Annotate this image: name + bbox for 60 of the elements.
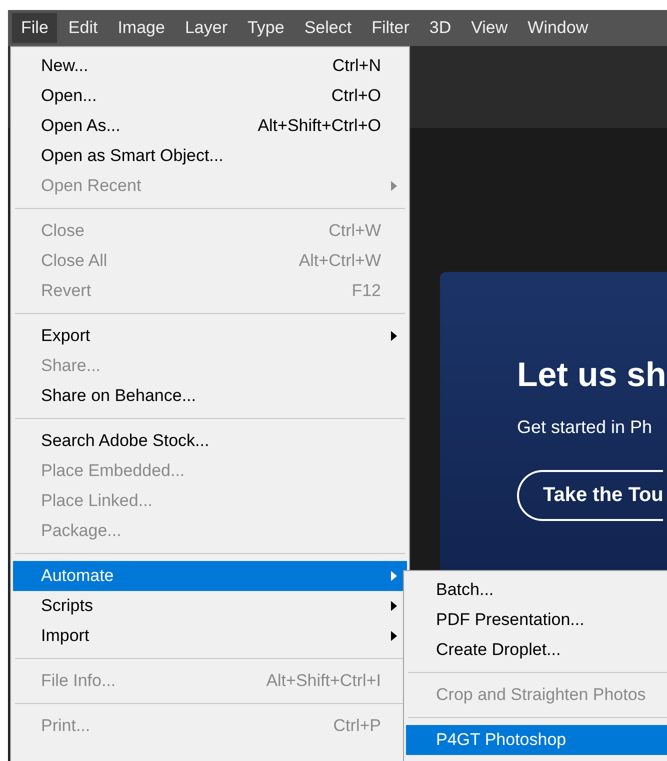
welcome-title: Let us sh	[517, 356, 666, 395]
menu-item[interactable]: Export	[13, 321, 407, 351]
menu-item-label: Place Linked...	[41, 491, 153, 511]
menu-item-label: Print...	[41, 716, 90, 736]
menu-item-label: Share...	[41, 356, 101, 376]
menu-item-label: Revert	[41, 281, 92, 301]
menu-item-label: Automate	[41, 566, 114, 586]
menu-item-label: Close	[41, 221, 84, 241]
menu-item[interactable]: Share on Behance...	[13, 381, 407, 411]
menu-item-label: Batch...	[436, 580, 494, 600]
menu-bar-item[interactable]: Image	[108, 13, 174, 43]
menu-item[interactable]: Import	[13, 621, 407, 651]
menu-bar-item[interactable]: Layer	[176, 13, 236, 43]
menu-bar-item[interactable]: Filter	[362, 13, 418, 43]
menu-item-label: Open as Smart Object...	[41, 146, 224, 166]
shortcut-label: Ctrl+P	[333, 716, 381, 736]
menu-bar-item[interactable]: 3D	[420, 13, 460, 43]
menu-item[interactable]: Create Droplet...	[406, 635, 667, 665]
menu-item-label: Share on Behance...	[41, 386, 196, 406]
menu-item[interactable]: Search Adobe Stock...	[13, 426, 407, 456]
shortcut-label: Alt+Ctrl+W	[298, 251, 381, 271]
menu-item[interactable]: P4GT Photoshop	[406, 725, 667, 755]
welcome-subtitle: Get started in Ph	[517, 417, 652, 438]
shortcut-label: Ctrl+O	[331, 86, 381, 106]
tour-button[interactable]: Take the Tou	[517, 470, 664, 521]
menu-item[interactable]: Open As... Alt+Shift+Ctrl+O	[13, 111, 407, 141]
menu-item-label: Export	[41, 326, 90, 346]
menu-item-label: Import	[41, 626, 90, 646]
menu-item-label: Open Recent	[41, 176, 142, 196]
menu-bar-item[interactable]: Select	[295, 13, 361, 43]
menu-item-label: P4GT Photoshop	[436, 730, 566, 750]
menu-item[interactable]: PDF Presentation...	[406, 605, 667, 635]
shortcut-label: Ctrl+W	[328, 221, 381, 241]
menu-bar-item[interactable]: Window	[518, 13, 598, 43]
menu-item[interactable]: New... Ctrl+N	[13, 51, 407, 81]
shortcut-label: Ctrl+N	[332, 56, 381, 76]
menu-item-label: Place Embedded...	[41, 461, 185, 481]
menu-bar-item[interactable]: Type	[238, 13, 294, 43]
menu-item-label: Close All	[41, 251, 108, 271]
menu-item[interactable]: Batch...	[406, 575, 667, 605]
menu-item-label: Create Droplet...	[436, 640, 561, 660]
shortcut-label: Alt+Shift+Ctrl+O	[258, 116, 381, 136]
menu-item[interactable]: Scripts	[13, 591, 407, 621]
shortcut-label: Alt+Shift+Ctrl+I	[266, 671, 381, 691]
menu-item-label: File Info...	[41, 671, 116, 691]
menu-item-label: Open...	[41, 86, 97, 106]
menu-bar-item[interactable]: Edit	[59, 13, 107, 43]
menu-item[interactable]: Open as Smart Object...	[13, 141, 407, 171]
shortcut-label: F12	[352, 281, 381, 301]
menu-item-label: Search Adobe Stock...	[41, 431, 210, 451]
menu-item-label: PDF Presentation...	[436, 610, 584, 630]
menu-item-label: Crop and Straighten Photos	[436, 685, 646, 705]
menu-bar-item[interactable]: View	[462, 13, 517, 43]
menu-item-label: Scripts	[41, 596, 93, 616]
menu-bar-item[interactable]: File	[12, 13, 58, 43]
menu-item-label: New...	[41, 56, 88, 76]
menu-item[interactable]: Automate	[13, 561, 407, 591]
menu-item[interactable]: Open... Ctrl+O	[13, 81, 407, 111]
menu-item-label: Package...	[41, 521, 122, 541]
menu-item-label: Open As...	[41, 116, 120, 136]
